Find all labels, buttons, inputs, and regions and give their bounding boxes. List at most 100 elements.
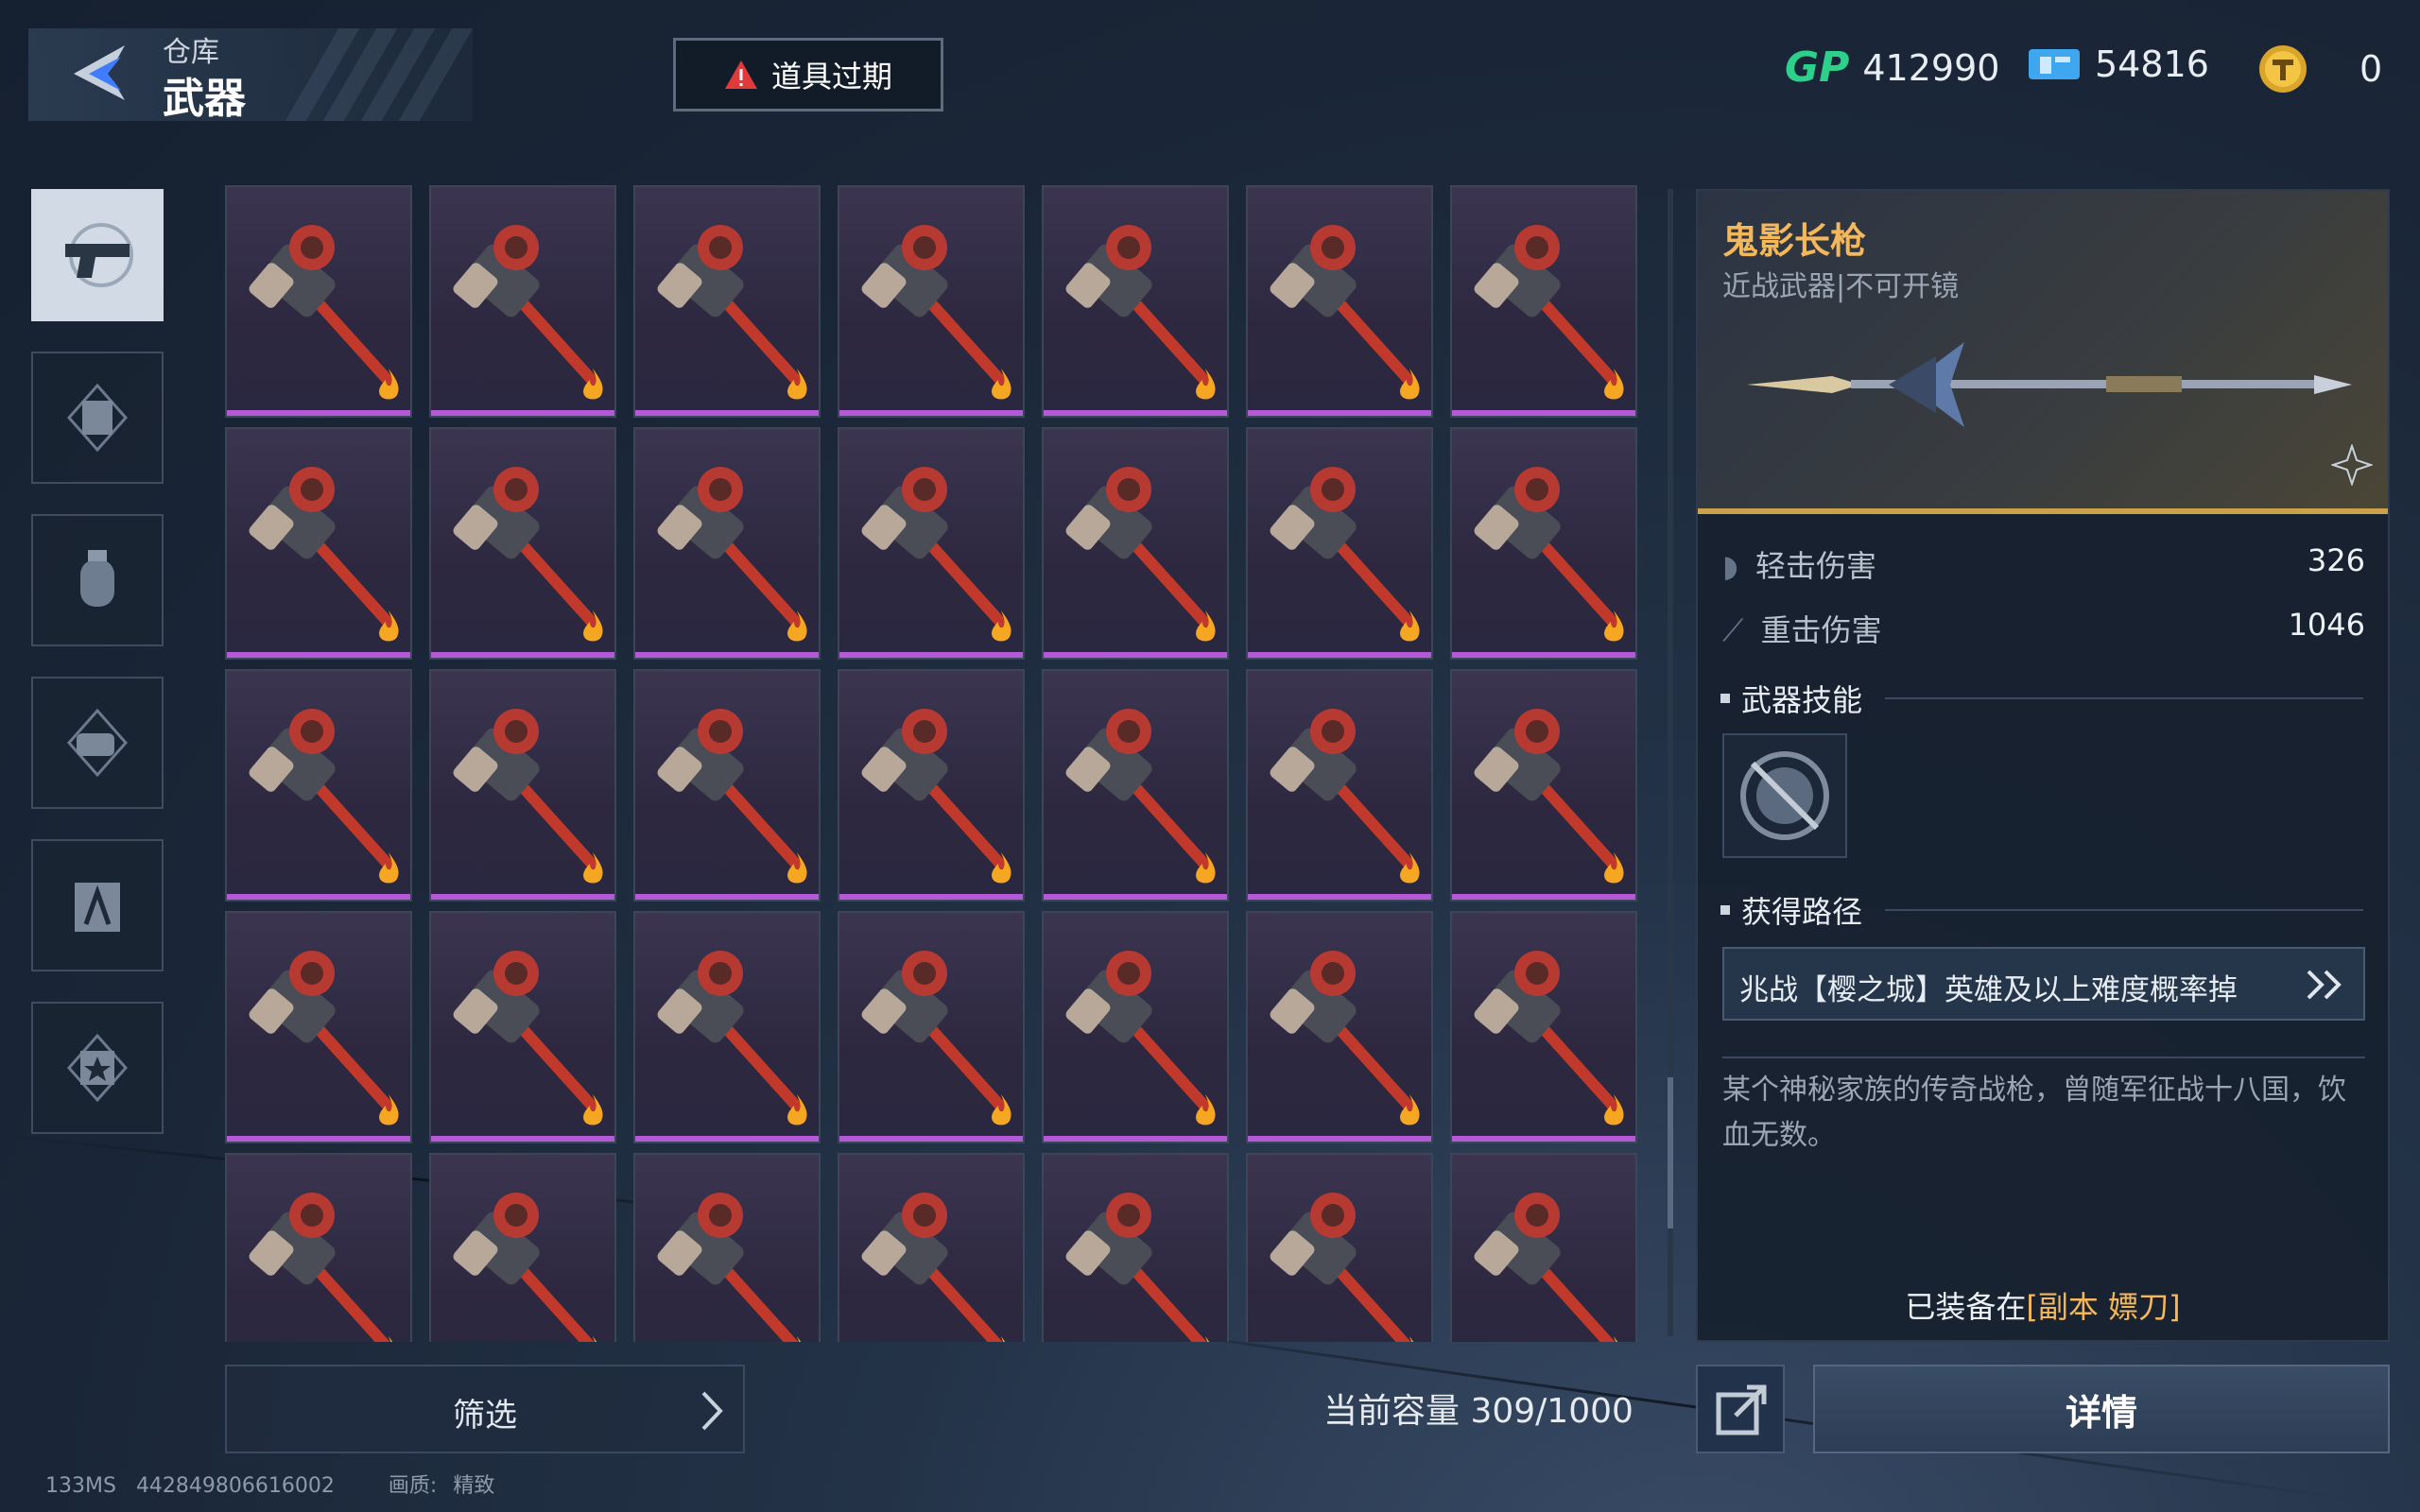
inventory-item[interactable] <box>225 185 412 418</box>
stat-heavy-attack: ⟋ 重击伤害 1046 <box>1722 607 2365 654</box>
hammer-icon <box>657 951 802 1111</box>
weapon-description: 某个神秘家族的传奇战枪，曾随军征战十八国，饮血无数。 <box>1722 1057 2365 1159</box>
inventory-item[interactable] <box>429 185 616 418</box>
hammer-icon <box>1474 1193 1616 1342</box>
rarity-bar <box>1248 652 1431 658</box>
weapon-skill-slot[interactable] <box>1722 733 1847 858</box>
hammer-icon <box>249 951 393 1111</box>
equipped-target: [副本 嫖刀] <box>2026 1289 2181 1325</box>
flame-icon <box>1400 1094 1420 1125</box>
inventory-item[interactable] <box>633 427 821 660</box>
inventory-item[interactable] <box>838 669 1025 902</box>
rarity-bar <box>839 652 1023 658</box>
back-arrow-icon[interactable] <box>66 40 132 106</box>
detail-button[interactable]: 详情 <box>1813 1365 2390 1453</box>
inventory-item[interactable] <box>633 1153 821 1342</box>
expired-items-button[interactable]: 道具过期 <box>673 38 943 112</box>
inventory-item[interactable] <box>633 911 821 1143</box>
inventory-item[interactable] <box>633 669 821 902</box>
gp-value: 412990 <box>1862 46 2000 89</box>
compass-bag-icon <box>75 883 120 932</box>
share-button[interactable] <box>1696 1365 1785 1453</box>
flame-icon <box>1614 1336 1618 1342</box>
inventory-item[interactable] <box>1246 1153 1433 1342</box>
skill-icon <box>1740 751 1829 840</box>
page-title: 武器 <box>163 75 246 123</box>
inventory-item[interactable] <box>225 1153 412 1342</box>
tab-hand[interactable] <box>31 677 164 809</box>
rarity-bar <box>839 894 1023 900</box>
inventory-item[interactable] <box>1450 911 1637 1143</box>
inventory-item[interactable] <box>1042 1153 1229 1342</box>
scrollbar-thumb[interactable] <box>1668 1077 1673 1228</box>
inventory-grid <box>225 185 1643 1342</box>
inventory-item[interactable] <box>1246 911 1433 1143</box>
rarity-bar <box>1248 410 1431 416</box>
inventory-item[interactable] <box>225 911 412 1143</box>
rarity-bar <box>431 1136 614 1142</box>
inventory-item[interactable] <box>1246 185 1433 418</box>
acquisition-route-button[interactable]: 兆战【樱之城】英雄及以上难度概率掉 <box>1722 947 2365 1021</box>
route-section-header: 获得路径 <box>1720 888 2363 932</box>
inventory-item[interactable] <box>1042 911 1229 1143</box>
flame-icon <box>389 1336 393 1342</box>
flame-icon <box>1400 852 1420 884</box>
gp-icon: GP <box>1785 43 1850 92</box>
rarity-bar <box>431 894 614 900</box>
hammer-icon <box>861 951 1006 1111</box>
inventory-item[interactable] <box>633 185 821 418</box>
tab-pistol[interactable] <box>31 189 164 321</box>
ticket-icon <box>2029 49 2080 79</box>
hammer-icon <box>861 225 1006 386</box>
inventory-item[interactable] <box>838 427 1025 660</box>
inventory-item[interactable] <box>429 427 616 660</box>
flame-icon <box>379 610 399 642</box>
rarity-bar <box>635 1136 819 1142</box>
inventory-item[interactable] <box>429 911 616 1143</box>
inventory-item[interactable] <box>1246 427 1433 660</box>
inventory-item[interactable] <box>1246 669 1433 902</box>
snowflake-icon <box>2331 444 2373 486</box>
inventory-item[interactable] <box>225 669 412 902</box>
inventory-item[interactable] <box>225 427 412 660</box>
rarity-bar <box>1452 652 1635 658</box>
weapon-name: 鬼影长枪 <box>1722 220 1867 262</box>
inventory-item[interactable] <box>838 185 1025 418</box>
rarity-bar <box>227 1136 410 1142</box>
hammer-icon <box>657 225 802 386</box>
equipped-prefix: 已装备在 <box>1905 1289 2027 1325</box>
hammer-icon <box>249 1193 390 1342</box>
flame-icon <box>992 852 1011 884</box>
inventory-item[interactable] <box>429 1153 616 1342</box>
star-badge-icon <box>66 1033 129 1103</box>
skill-section-title: 武器技能 <box>1741 682 1863 718</box>
tab-star-badge[interactable] <box>31 1002 164 1134</box>
flame-icon <box>1400 369 1420 400</box>
flame-icon <box>992 610 1011 642</box>
inventory-item[interactable] <box>1042 185 1229 418</box>
flame-icon <box>797 1336 802 1342</box>
inventory-item[interactable] <box>429 669 616 902</box>
rarity-bar <box>1452 410 1635 416</box>
hammer-icon <box>1065 225 1210 386</box>
tab-armor[interactable] <box>31 352 164 484</box>
tab-compass-bag[interactable] <box>31 839 164 971</box>
inventory-item[interactable] <box>1450 185 1637 418</box>
inventory-item[interactable] <box>1042 669 1229 902</box>
inventory-item[interactable] <box>838 1153 1025 1342</box>
flame-icon <box>1604 369 1624 400</box>
filter-button[interactable]: 筛选 <box>225 1365 745 1453</box>
inventory-item[interactable] <box>1450 669 1637 902</box>
tab-grenade[interactable] <box>31 514 164 646</box>
flame-icon <box>1196 852 1216 884</box>
inventory-item[interactable] <box>1450 427 1637 660</box>
inventory-item[interactable] <box>1042 427 1229 660</box>
inventory-item[interactable] <box>1450 1153 1637 1342</box>
detail-button-label: 详情 <box>2065 1391 2137 1434</box>
inventory-item[interactable] <box>838 911 1025 1143</box>
hammer-icon <box>453 467 597 627</box>
heavy-attack-icon: ⟋ <box>1722 612 1744 648</box>
hammer-icon <box>657 709 802 869</box>
chevron-right-icon <box>701 1391 723 1431</box>
flame-icon <box>787 610 807 642</box>
